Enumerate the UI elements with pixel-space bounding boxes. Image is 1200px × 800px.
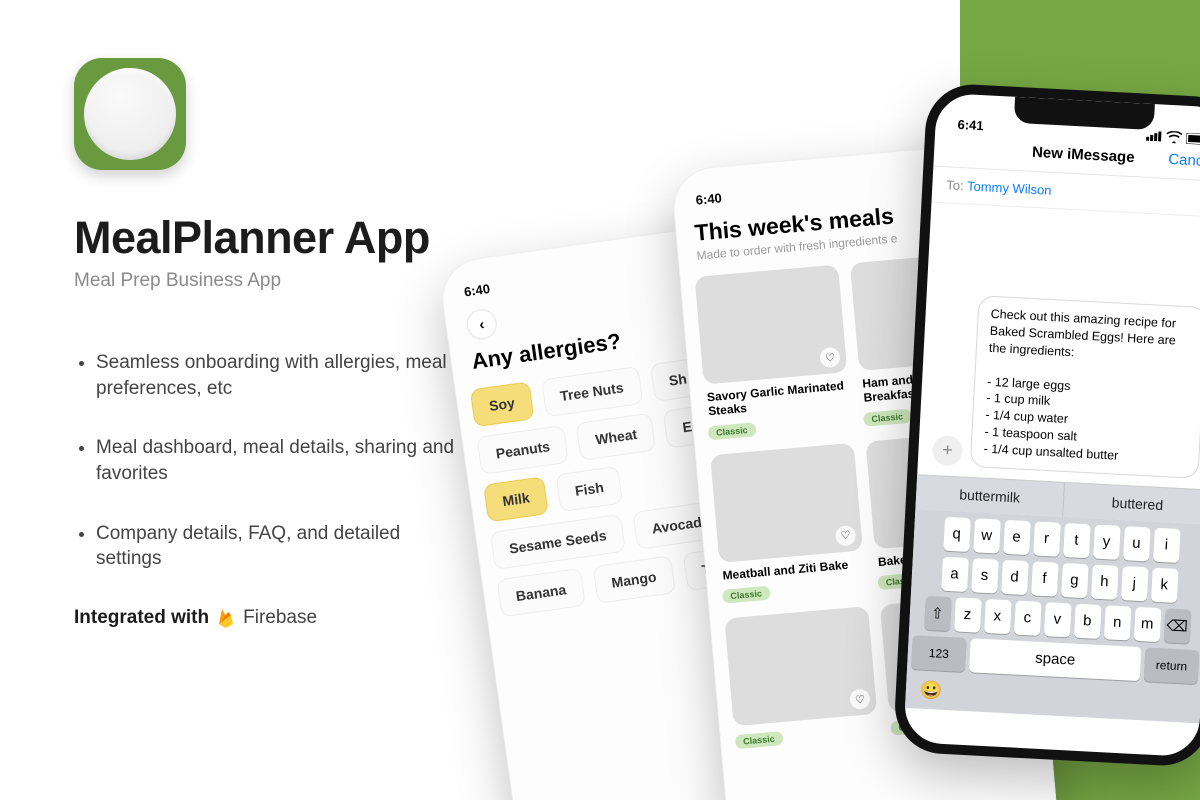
phone-share-imessage: 6:41 New iMessage Cancel To: Tommy Wilso… bbox=[893, 82, 1200, 768]
meal-image: ♡ bbox=[710, 443, 863, 563]
back-button[interactable]: ‹ bbox=[465, 307, 499, 341]
feature-bullet: Seamless onboarding with allergies, meal… bbox=[96, 350, 456, 401]
key[interactable]: q bbox=[943, 517, 971, 552]
wifi-icon bbox=[1166, 131, 1183, 144]
key-space[interactable]: space bbox=[969, 638, 1142, 681]
allergy-chip[interactable]: Mango bbox=[592, 555, 676, 604]
navbar-title: New iMessage bbox=[998, 142, 1169, 168]
allergy-chip[interactable]: Fish bbox=[556, 466, 623, 512]
app-icon bbox=[74, 58, 186, 170]
key[interactable]: r bbox=[1033, 521, 1061, 556]
key[interactable]: h bbox=[1090, 564, 1118, 599]
key[interactable]: d bbox=[1001, 560, 1029, 595]
key[interactable]: e bbox=[1003, 520, 1031, 555]
meal-badge: Classic bbox=[863, 408, 912, 426]
key[interactable]: i bbox=[1152, 528, 1180, 563]
key[interactable]: z bbox=[954, 597, 982, 632]
status-indicators bbox=[1146, 130, 1200, 145]
key[interactable]: x bbox=[984, 599, 1012, 634]
cancel-button[interactable]: Cancel bbox=[1168, 151, 1200, 170]
firebase-label: Firebase bbox=[243, 607, 317, 629]
key[interactable]: u bbox=[1123, 526, 1151, 561]
phone-mockups: 6:40 ‹ Any allergies? SoyTree NutsShPean… bbox=[470, 100, 1200, 800]
integration-line: Integrated with Firebase bbox=[74, 606, 534, 630]
emoji-button[interactable]: 😀 bbox=[919, 680, 942, 702]
meal-card[interactable]: ♡ Classic bbox=[724, 606, 879, 750]
allergy-chip[interactable]: Sesame Seeds bbox=[490, 514, 626, 570]
feature-bullet: Meal dashboard, meal details, sharing an… bbox=[96, 435, 456, 486]
app-title: MealPlanner App bbox=[74, 212, 534, 264]
key-numbers[interactable]: 123 bbox=[911, 635, 967, 672]
key[interactable]: j bbox=[1120, 566, 1148, 601]
add-attachment-button[interactable]: + bbox=[932, 435, 964, 467]
allergy-chip[interactable]: Milk bbox=[483, 476, 549, 522]
favorite-icon[interactable]: ♡ bbox=[835, 525, 857, 547]
allergy-chip[interactable]: Peanuts bbox=[476, 425, 569, 475]
status-time: 6:40 bbox=[695, 190, 722, 207]
key[interactable]: b bbox=[1073, 604, 1101, 639]
meal-title: Savory Garlic Marinated Steaks bbox=[706, 378, 848, 419]
key[interactable]: c bbox=[1013, 600, 1041, 635]
recipient-name: Tommy Wilson bbox=[967, 178, 1052, 197]
allergy-chip[interactable]: Banana bbox=[496, 568, 585, 617]
meal-image: ♡ bbox=[724, 606, 877, 726]
key[interactable]: f bbox=[1031, 561, 1059, 596]
meal-badge: Classic bbox=[735, 731, 784, 749]
key[interactable]: g bbox=[1061, 563, 1089, 598]
favorite-icon[interactable]: ♡ bbox=[819, 347, 841, 369]
key[interactable]: n bbox=[1103, 605, 1131, 640]
meal-badge: Classic bbox=[708, 422, 757, 440]
message-input[interactable]: Check out this amazing recipe for Baked … bbox=[970, 295, 1200, 479]
key[interactable]: a bbox=[941, 557, 969, 592]
battery-icon bbox=[1186, 132, 1200, 144]
key-return[interactable]: return bbox=[1144, 647, 1200, 684]
key[interactable]: v bbox=[1043, 602, 1071, 637]
allergy-chip[interactable]: Soy bbox=[470, 381, 534, 427]
key[interactable]: t bbox=[1063, 523, 1091, 558]
allergy-chip[interactable]: Tree Nuts bbox=[541, 366, 643, 417]
favorite-icon[interactable]: ♡ bbox=[849, 689, 871, 711]
integrated-label: Integrated with bbox=[74, 607, 209, 629]
feature-bullet: Company details, FAQ, and detailed setti… bbox=[96, 521, 456, 572]
meal-card[interactable]: ♡ Savory Garlic Marinated Steaks Classic bbox=[694, 264, 852, 441]
allergy-chip[interactable]: Wheat bbox=[576, 413, 657, 461]
status-time: 6:41 bbox=[957, 117, 984, 133]
status-time: 6:40 bbox=[463, 281, 491, 299]
key[interactable]: y bbox=[1093, 524, 1121, 559]
firebase-icon bbox=[217, 606, 235, 630]
meal-badge: Classic bbox=[722, 586, 771, 604]
meal-card[interactable]: ♡Meatball and Ziti BakeClassic bbox=[710, 443, 867, 605]
key-delete[interactable]: ⌫ bbox=[1163, 608, 1191, 643]
keyboard: qwertyui asdfghjk ⇧zxcvbnm⌫ 123 space re… bbox=[905, 509, 1200, 723]
key[interactable]: m bbox=[1133, 607, 1161, 642]
key[interactable]: w bbox=[973, 518, 1001, 553]
to-label: To: bbox=[946, 177, 964, 193]
key[interactable]: s bbox=[971, 558, 999, 593]
signal-icon bbox=[1146, 131, 1163, 142]
meal-image: ♡ bbox=[694, 264, 847, 384]
key[interactable]: k bbox=[1150, 568, 1178, 603]
key-shift[interactable]: ⇧ bbox=[924, 596, 952, 631]
